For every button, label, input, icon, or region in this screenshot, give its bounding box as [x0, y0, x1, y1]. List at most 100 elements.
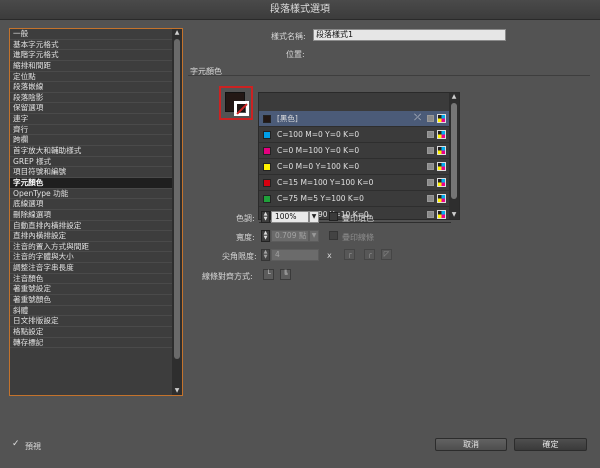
paragraph-style-dialog: 一般 基本字元格式 進階字元格式 縮排和間距 定位點 段落嵌線 段落陰影 保留選項 連字 齊行 跨欄… [0, 20, 600, 468]
category-item[interactable]: 直排內橫排設定 [10, 231, 182, 242]
weight-input[interactable]: 0.709 點 [271, 230, 309, 242]
tint-dropdown-icon[interactable]: ▼ [309, 211, 319, 223]
overprint-stroke-label: 疊印線條 [342, 233, 374, 242]
category-item[interactable]: OpenType 功能 [10, 189, 182, 200]
category-item[interactable]: 斜體 [10, 306, 182, 317]
bevel-join-icon[interactable]: ◸ [381, 249, 392, 260]
swatch-scrollbar[interactable]: ▲ ▼ [449, 93, 459, 219]
scroll-down-icon[interactable]: ▼ [450, 211, 458, 219]
category-item[interactable]: 注音的置入方式與間距 [10, 242, 182, 253]
cmyk-mode-icon [437, 210, 446, 219]
swatch-row[interactable]: C=100 M=0 Y=0 K=0 [259, 127, 451, 143]
process-color-icon [427, 147, 434, 154]
cmyk-mode-icon [437, 114, 446, 123]
swatch-row[interactable]: C=15 M=100 Y=100 K=0 [259, 175, 451, 191]
category-item[interactable]: 自動直排內橫排設定 [10, 221, 182, 232]
process-color-icon [427, 179, 434, 186]
category-item[interactable]: 轉存標記 [10, 338, 182, 349]
preview-checkmark-icon[interactable]: ✓ [12, 440, 21, 449]
non-editable-icon: ⤫ [414, 113, 422, 123]
category-item[interactable]: 跨欄 [10, 135, 182, 147]
swatch-name: C=0 M=0 Y=100 K=0 [277, 162, 360, 171]
swatch-name: C=75 M=5 Y=100 K=0 [277, 194, 364, 203]
category-item[interactable]: 注音顏色 [10, 274, 182, 285]
cmyk-mode-icon [437, 178, 446, 187]
category-item[interactable]: 一般 [10, 29, 182, 40]
category-item[interactable]: 首字放大和輔助樣式 [10, 146, 182, 157]
swatch-row[interactable]: [黑色] ⤫ [259, 111, 451, 127]
category-item[interactable]: 縮排和間距 [10, 61, 182, 72]
window-title: 段落樣式選項 [0, 0, 600, 20]
swatch-row[interactable]: C=0 M=0 Y=100 K=0 [259, 159, 451, 175]
miter-join-icon[interactable]: ┌ [344, 249, 355, 260]
miter-stepper[interactable]: ▲ ▼ [261, 249, 270, 261]
category-item[interactable]: 著重號顏色 [10, 295, 182, 306]
category-list[interactable]: 一般 基本字元格式 進階字元格式 縮排和間距 定位點 段落嵌線 段落陰影 保留選項 連字 齊行 跨欄… [9, 28, 183, 396]
round-join-icon[interactable]: ╭ [364, 249, 375, 260]
tint-label: 色調: [236, 214, 255, 223]
category-item[interactable]: 進階字元格式 [10, 50, 182, 61]
swatch-name: [黑色] [277, 114, 298, 123]
weight-stepper[interactable]: ▲ ▼ [261, 230, 270, 242]
scrollbar-thumb[interactable] [451, 103, 457, 199]
category-item[interactable]: 著重號設定 [10, 284, 182, 296]
swatch-row[interactable]: C=0 M=100 Y=0 K=0 [259, 143, 451, 159]
miter-input[interactable]: 4 [271, 249, 319, 261]
process-color-icon [427, 163, 434, 170]
align-center-icon[interactable]: └ [263, 269, 274, 280]
tint-stepper[interactable]: ▲ ▼ [261, 211, 270, 223]
process-color-icon [427, 131, 434, 138]
swatch-color-chip [263, 115, 271, 123]
cmyk-mode-icon [437, 162, 446, 171]
category-item[interactable]: 格點設定 [10, 327, 182, 338]
tint-input[interactable]: 100% [271, 211, 309, 223]
category-item[interactable]: 注音的字體與大小 [10, 252, 182, 264]
category-item[interactable]: 連字 [10, 114, 182, 125]
scroll-up-icon[interactable]: ▲ [173, 29, 181, 37]
cmyk-mode-icon [437, 130, 446, 139]
cancel-button[interactable]: 取消 [435, 438, 507, 451]
category-item[interactable]: 段落嵌線 [10, 82, 182, 93]
overprint-fill-checkbox[interactable] [329, 212, 338, 221]
category-item[interactable]: GREP 樣式 [10, 157, 182, 168]
scroll-up-icon[interactable]: ▲ [450, 93, 458, 101]
fill-stroke-preview[interactable] [219, 86, 253, 120]
swatch-name: C=100 M=0 Y=0 K=0 [277, 130, 360, 139]
scrollbar-thumb[interactable] [174, 39, 180, 359]
swatch-color-chip [263, 147, 271, 155]
category-item[interactable]: 齊行 [10, 125, 182, 136]
category-item[interactable]: 基本字元格式 [10, 40, 182, 51]
cmyk-mode-icon [437, 194, 446, 203]
swatch-name: C=0 M=100 Y=0 K=0 [277, 146, 360, 155]
scroll-down-icon[interactable]: ▼ [173, 387, 181, 395]
process-color-icon [427, 115, 434, 122]
style-name-input[interactable]: 段落樣式1 [313, 29, 506, 41]
category-item[interactable]: 調整注音字串長度 [10, 263, 182, 274]
weight-dropdown-icon[interactable]: ▼ [309, 230, 319, 242]
category-item[interactable]: 底線選項 [10, 199, 182, 210]
category-item[interactable]: 字元顏色 [10, 177, 182, 189]
ok-button[interactable]: 確定 [514, 438, 587, 451]
swatch-row[interactable]: C=75 M=5 Y=100 K=0 [259, 191, 451, 207]
miter-unit: x [327, 251, 332, 260]
section-divider [188, 75, 590, 76]
miter-label: 尖角限度: [222, 252, 257, 261]
stroke-align-label: 線條對齊方式: [202, 272, 253, 281]
location-label: 位置: [286, 50, 305, 59]
category-item[interactable]: 定位點 [10, 72, 182, 83]
swatch-list[interactable]: [黑色] ⤫ C=100 M=0 Y=0 K=0 C=0 M=100 Y=0 K=0 C… [258, 92, 460, 223]
category-item[interactable]: 日文排版設定 [10, 316, 182, 327]
cmyk-mode-icon [437, 146, 446, 155]
process-color-icon [427, 195, 434, 202]
category-item[interactable]: 項目符號和編號 [10, 167, 182, 178]
overprint-stroke-checkbox[interactable] [329, 231, 338, 240]
preview-label: 預視 [25, 442, 41, 451]
process-color-icon [427, 211, 434, 218]
category-item[interactable]: 段落陰影 [10, 93, 182, 104]
category-item[interactable]: 刪除線選項 [10, 210, 182, 221]
swatch-name: C=15 M=100 Y=100 K=0 [277, 178, 374, 187]
align-outside-icon[interactable]: ╚ [280, 269, 291, 280]
category-item[interactable]: 保留選項 [10, 103, 182, 115]
overprint-fill-label: 疊印填色 [342, 214, 374, 223]
category-scrollbar[interactable]: ▲ ▼ [172, 29, 182, 395]
